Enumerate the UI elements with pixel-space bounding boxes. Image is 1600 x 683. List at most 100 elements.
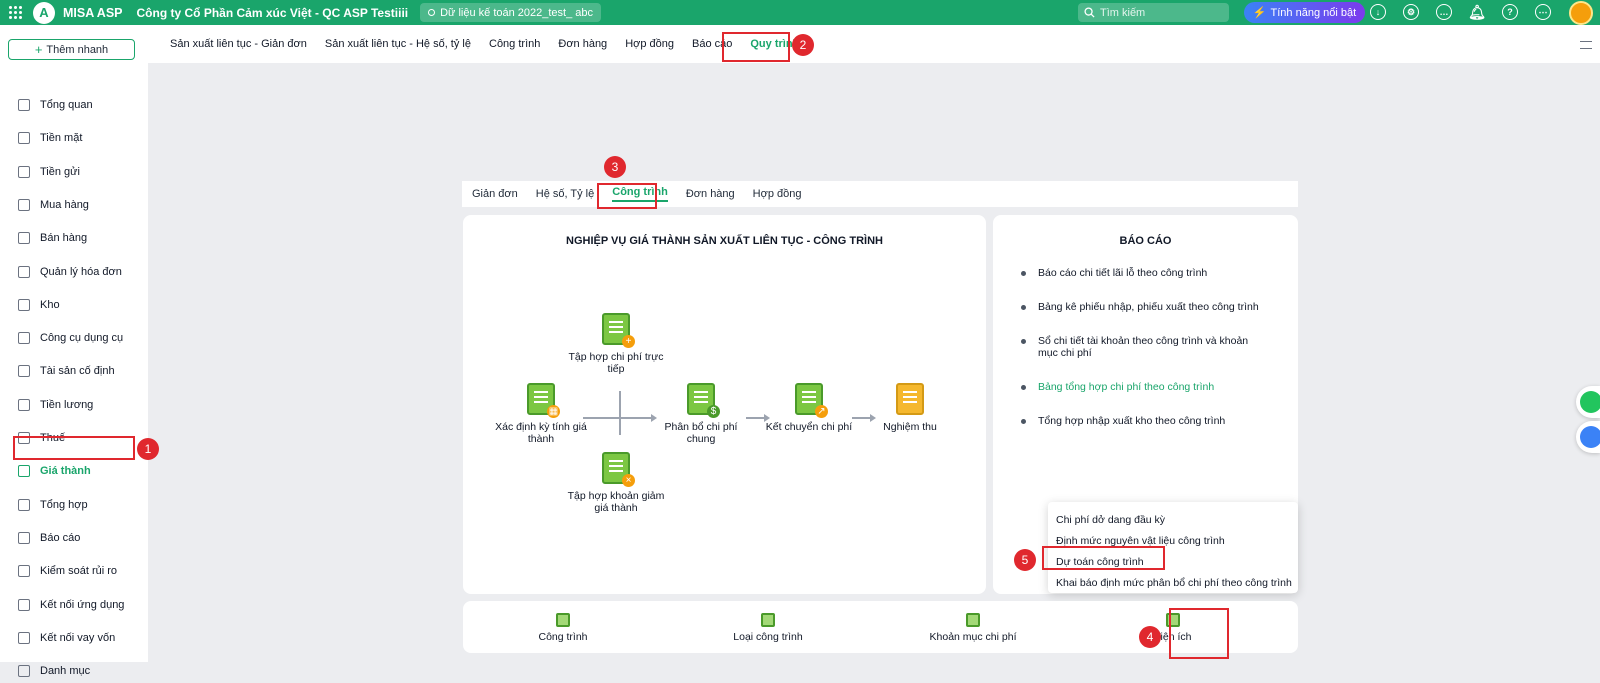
sidebar-item-mua-hàng[interactable]: Mua hàng [13, 193, 135, 217]
process-tab[interactable]: Hợp đồng [753, 188, 802, 200]
sidebar-item-danh-mục[interactable]: Danh mục [13, 659, 135, 683]
sidebar-item-tài-sản-cố-định[interactable]: Tài sản cố định [13, 359, 135, 383]
chat-icon[interactable]: … [1436, 4, 1452, 20]
dataset-label: Dữ liệu kế toán 2022_test_ abc [440, 6, 594, 19]
bank-icon [18, 165, 30, 178]
top-bar: A MISA ASP Công ty Cổ Phần Cảm xúc Việt … [0, 0, 1600, 25]
category-loại-công-trình[interactable]: Loại công trình [708, 613, 828, 643]
step-phan-bo[interactable]: $ Phân bổ chi phí chung [653, 383, 749, 445]
flow-branch-line [619, 391, 621, 435]
support-chat-float[interactable] [1576, 386, 1600, 418]
subnav-item[interactable]: Hợp đồng [625, 38, 674, 50]
report-link[interactable]: Báo cáo chi tiết lãi lỗ theo công trình [1021, 267, 1261, 279]
report-link[interactable]: Bảng kê phiếu nhập, phiếu xuất theo công… [1021, 301, 1261, 313]
sidebar-item-tổng-hợp[interactable]: Tổng hợp [13, 493, 135, 517]
utility-menu-item[interactable]: Chi phí dở dang đầu kỳ [1048, 510, 1298, 531]
sidebar-item-quản-lý-hóa-đơn[interactable]: Quản lý hóa đơn [13, 260, 135, 284]
sidebar-item-label: Công cụ dụng cụ [40, 332, 124, 345]
sidebar-item-công-cụ-dụng-cụ[interactable]: Công cụ dụng cụ [13, 326, 135, 350]
flow-arrow [583, 414, 657, 421]
callout-3: 3 [604, 156, 626, 178]
bell-icon[interactable]: 🔔︎ [1468, 4, 1486, 20]
ledger-icon [966, 613, 980, 627]
category-công-trình[interactable]: Công trình [503, 613, 623, 643]
feature-button-label: Tính năng nổi bật [1270, 6, 1357, 19]
callout-2: 2 [792, 34, 814, 56]
search-input[interactable] [1100, 6, 1210, 19]
avatar[interactable] [1569, 1, 1593, 25]
allocation-icon: $ [687, 383, 720, 418]
download-icon[interactable]: ↓ [1370, 4, 1386, 20]
step-xac-dinh-ky[interactable]: ▦ Xác định kỳ tính giá thành [491, 383, 591, 445]
sidebar-item-báo-cáo[interactable]: Báo cáo [13, 526, 135, 550]
feature-highlight-button[interactable]: ⚡ Tính năng nổi bật [1244, 2, 1365, 23]
sidebar-item-label: Kho [40, 298, 60, 311]
step-tap-hop-truc-tiep[interactable]: + Tập hợp chi phí trực tiếp [566, 313, 666, 375]
step-nghiem-thu[interactable]: Nghiệm thu [865, 383, 955, 433]
cash-icon [18, 132, 30, 145]
module-subnav: Sản xuất liên tục - Giản đơn Sản xuất liê… [148, 25, 1600, 63]
shopping-bag-icon [18, 198, 30, 211]
sidebar-item-tổng-quan[interactable]: Tổng quan [13, 93, 135, 117]
category-khoản-mục-chi-phí[interactable]: Khoản mục chi phí [913, 613, 1033, 643]
search-box[interactable] [1078, 3, 1229, 22]
callout-1: 1 [137, 438, 159, 460]
sidebar-item-label: Kết nối vay vốn [40, 631, 116, 644]
sidebar-item-label: Tiền gửi [40, 165, 80, 178]
cart-icon [18, 232, 30, 245]
subnav-item[interactable]: Sản xuất liên tục - Giản đơn [170, 38, 307, 50]
quick-add-button[interactable]: + Thêm nhanh [8, 39, 135, 60]
step-label: Phân bổ chi phí chung [664, 421, 738, 445]
app-grid-icon[interactable] [9, 5, 23, 20]
sidebar-item-kết-nối-ứng-dụng[interactable]: Kết nối ứng dụng [13, 593, 135, 617]
process-tab[interactable]: Đơn hàng [686, 188, 735, 200]
report-icon [18, 531, 30, 544]
process-tab[interactable]: Hệ số, Tỷ lệ [536, 188, 595, 200]
callout-5: 5 [1014, 549, 1036, 571]
report-link[interactable]: Tổng hợp nhập xuất kho theo công trình [1021, 415, 1261, 427]
sidebar-item-label: Kết nối ứng dụng [40, 598, 125, 611]
highlight-tien-ich [1169, 608, 1229, 659]
subnav-item[interactable]: Sản xuất liên tục - Hệ số, tỷ lệ [325, 38, 471, 50]
document-add-icon: + [602, 313, 635, 348]
document-list-icon [761, 613, 775, 627]
callout-4: 4 [1139, 626, 1161, 648]
sidebar-item-kết-nối-vay-vốn[interactable]: Kết nối vay vốn [13, 626, 135, 650]
sidebar-item-label: Mua hàng [40, 198, 89, 211]
sidebar-item-tiền-gửi[interactable]: Tiền gửi [13, 160, 135, 184]
warehouse-icon [18, 298, 30, 311]
sidebar-item-kho[interactable]: Kho [13, 293, 135, 317]
step-tap-hop-giam[interactable]: × Tập hợp khoản giảm giá thành [566, 452, 666, 514]
sidebar-item-bán-hàng[interactable]: Bán hàng [13, 226, 135, 250]
sidebar-item-label: Giá thành [40, 465, 91, 478]
highlight-du-toan [1042, 546, 1165, 570]
sidebar-item-label: Tiền mặt [40, 132, 83, 145]
column-settings-icon[interactable] [1580, 41, 1592, 49]
sidebar-item-label: Tiền lương [40, 398, 94, 411]
step-label: Nghiệm thu [883, 421, 937, 433]
sidebar-item-kiểm-soát-rủi-ro[interactable]: Kiểm soát rủi ro [13, 559, 135, 583]
summary-icon [18, 498, 30, 511]
invoice-icon [18, 265, 30, 278]
sidebar-item-tiền-lương[interactable]: Tiền lương [13, 393, 135, 417]
company-name[interactable]: Công ty Cổ Phần Cảm xúc Việt - QC ASP Te… [137, 6, 409, 20]
sidebar-item-giá-thành[interactable]: Giá thành [13, 459, 135, 483]
subnav-item[interactable]: Đơn hàng [558, 38, 607, 50]
utility-menu-item[interactable]: Khai báo định mức phân bổ chi phí theo c… [1048, 573, 1298, 594]
document-reduce-icon: × [602, 452, 635, 487]
more-icon[interactable]: ⋯ [1535, 4, 1551, 20]
report-link[interactable]: Bảng tổng hợp chi phí theo công trình [1021, 381, 1261, 393]
cost-icon [18, 465, 30, 478]
process-tab[interactable]: Giản đơn [472, 188, 518, 200]
sidebar-item-label: Kiểm soát rủi ro [40, 565, 118, 578]
help-icon[interactable]: ? [1502, 4, 1518, 20]
plug-icon [18, 598, 30, 611]
step-ket-chuyen[interactable]: ↗ Kết chuyển chi phí [759, 383, 859, 433]
report-link[interactable]: Sổ chi tiết tài khoản theo công trình và… [1021, 335, 1261, 359]
sidebar-item-tiền-mặt[interactable]: Tiền mặt [13, 126, 135, 150]
dataset-selector[interactable]: Dữ liệu kế toán 2022_test_ abc [420, 3, 602, 22]
dashboard-icon [18, 99, 30, 111]
gear-icon[interactable]: ⚙ [1403, 4, 1419, 20]
subnav-item[interactable]: Công trình [489, 38, 540, 50]
community-float[interactable] [1576, 421, 1600, 453]
